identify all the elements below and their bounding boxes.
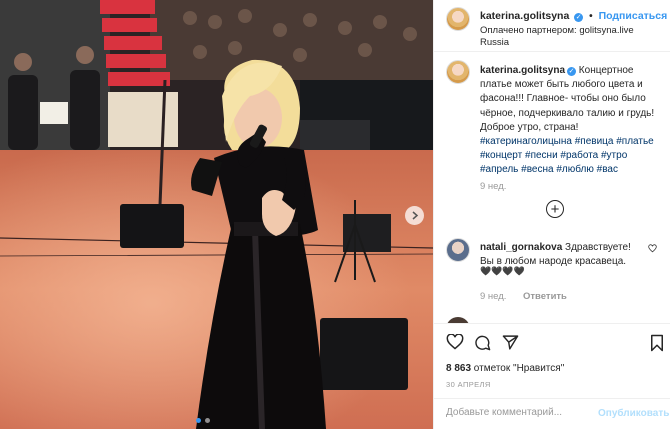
post-photo[interactable]	[0, 0, 433, 429]
verified-icon: ✓	[574, 13, 584, 22]
carousel-dot	[205, 418, 210, 423]
post-date[interactable]: 30 АПРЕЛЯ	[446, 380, 491, 389]
username-link[interactable]: katerina.golitsyna	[480, 10, 569, 22]
paid-partnership-label: Оплачено партнером: golitsyna.live	[480, 25, 634, 36]
comment-icon[interactable]	[474, 334, 491, 351]
add-comment-bar: Опубликовать	[434, 398, 670, 429]
caption-author[interactable]: katerina.golitsyna	[480, 65, 565, 76]
publish-button[interactable]: Опубликовать	[598, 408, 669, 419]
comment-text: natali_gornakova Здравствуете! Вы в любо…	[480, 241, 645, 269]
likes-count[interactable]: 8 863 отметок "Нравится"	[446, 363, 564, 374]
verified-icon: ✓	[567, 67, 577, 76]
next-photo-button[interactable]	[405, 206, 424, 225]
comment-emoji: 🖤🖤🖤🖤	[480, 266, 525, 276]
location-link[interactable]: Russia	[480, 37, 509, 48]
header-username-row: katerina.golitsyna ✓ • Подписаться	[480, 10, 667, 22]
reply-button[interactable]: Ответить	[523, 291, 567, 302]
post-actions: 8 863 отметок "Нравится" 30 АПРЕЛЯ Опубл…	[434, 323, 670, 429]
comment-timestamp[interactable]: 9 нед.	[480, 291, 506, 302]
avatar[interactable]	[446, 7, 470, 31]
caption-hashtags[interactable]: #катеринаголицына #певица #платье #конце…	[480, 136, 654, 175]
heart-icon[interactable]	[648, 244, 657, 253]
partner-prefix: Оплачено партнером:	[480, 25, 580, 36]
concert-photo-illustration	[0, 0, 433, 429]
caption-timestamp[interactable]: 9 нед.	[480, 181, 506, 192]
carousel-indicator	[196, 418, 210, 423]
chevron-right-icon	[412, 211, 418, 220]
plus-circle-icon[interactable]: +	[546, 200, 564, 218]
carousel-dot-active	[196, 418, 201, 423]
share-icon[interactable]	[502, 334, 519, 351]
avatar[interactable]	[446, 60, 470, 84]
post-header: katerina.golitsyna ✓ • Подписаться Оплач…	[434, 0, 670, 52]
bookmark-icon[interactable]	[650, 334, 664, 352]
avatar[interactable]	[446, 238, 470, 262]
separator: •	[589, 11, 593, 22]
comments-list[interactable]: katerina.golitsyna ✓ Концертное платье мо…	[434, 52, 670, 323]
partner-link[interactable]: golitsyna.live	[579, 25, 633, 36]
likes-number: 8 863	[446, 363, 472, 374]
caption-text: katerina.golitsyna ✓ Концертное платье мо…	[480, 64, 666, 178]
comment-input[interactable]	[446, 407, 596, 418]
follow-button[interactable]: Подписаться	[599, 10, 668, 22]
post-sidebar: katerina.golitsyna ✓ • Подписаться Оплач…	[433, 0, 670, 429]
comment-author[interactable]: natali_gornakova	[480, 242, 562, 253]
heart-icon[interactable]	[446, 334, 464, 350]
likes-label: отметок "Нравится"	[471, 363, 565, 374]
